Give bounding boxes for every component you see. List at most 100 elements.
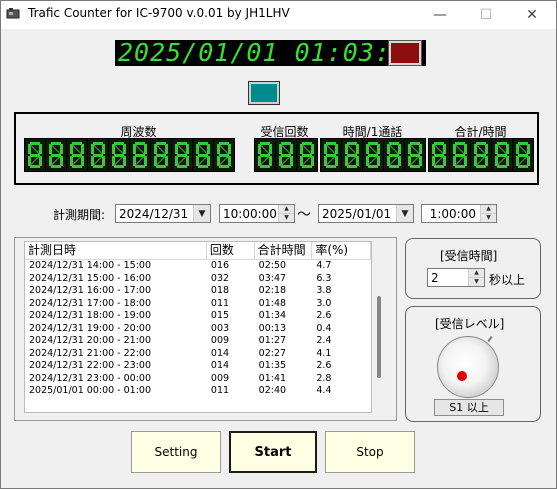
start-time-stepper[interactable]: 10:00:00 ▲ ▼	[219, 204, 295, 223]
digit-cell	[151, 139, 171, 171]
cell-datetime: 2024/12/31 18:00 - 19:00	[29, 310, 151, 321]
cell-datetime: 2024/12/31 17:00 - 18:00	[29, 297, 151, 309]
digit-cell	[25, 139, 45, 171]
spin-up-icon[interactable]: ▲	[481, 205, 496, 214]
cell-rate: 2.4	[316, 335, 332, 346]
list-scrollbar-thumb[interactable]	[377, 296, 381, 378]
chevron-down-icon[interactable]: ▼	[396, 205, 413, 222]
cell-total-time: 01:27	[258, 335, 287, 346]
cell-rate: 3.0	[316, 297, 332, 309]
receive-time-value: 2	[431, 270, 439, 285]
table-row[interactable]: 2024/12/31 14:00 - 15:00 016 02:50 4.7	[25, 260, 371, 273]
digit-cell	[214, 139, 234, 171]
receive-time-suffix: 秒以上	[489, 273, 526, 287]
table-row[interactable]: 2024/12/31 20:00 - 21:00 009 01:27 2.4	[25, 335, 371, 348]
cell-count: 011	[210, 297, 230, 309]
column-header-count[interactable]: 回数	[207, 242, 255, 259]
digit-cell	[255, 139, 275, 171]
column-header-rate[interactable]: 率(%)	[312, 242, 371, 259]
start-date-picker[interactable]: 2024/12/31 ▼	[115, 204, 211, 223]
table-row[interactable]: 2024/12/31 18:00 - 19:00 015 01:34 2.6	[25, 310, 371, 323]
table-header: 計測日時 回数 合計時間 率(%)	[25, 242, 371, 260]
record-indicator-button[interactable]	[388, 40, 422, 66]
digit-cell	[193, 139, 213, 171]
stop-button[interactable]: Stop	[325, 431, 415, 473]
receive-time-title: [受信時間]	[438, 247, 500, 264]
app-icon	[6, 8, 20, 19]
end-time-stepper[interactable]: 1:00:00 ▲ ▼	[421, 204, 497, 223]
cell-rate: 4.7	[316, 260, 332, 271]
start-button[interactable]: Start	[229, 431, 317, 473]
cell-total-time: 02:50	[258, 260, 287, 271]
cell-datetime: 2024/12/31 23:00 - 00:00	[29, 372, 151, 384]
column-header-total-time[interactable]: 合計時間	[255, 242, 313, 259]
time-per-call-segment-display	[320, 138, 426, 172]
receive-level-title: [受信レベル]	[433, 315, 507, 332]
digit-cell	[492, 139, 512, 171]
cell-rate: 4.1	[316, 347, 332, 359]
end-date-picker[interactable]: 2025/01/01 ▼	[318, 204, 414, 223]
digit-cell	[429, 139, 449, 171]
table-row[interactable]: 2024/12/31 22:00 - 23:00 014 01:35 2.6	[25, 360, 371, 373]
level-knob[interactable]	[437, 336, 499, 398]
digit-cell	[67, 139, 87, 171]
column-header-datetime[interactable]: 計測日時	[25, 242, 207, 259]
maximize-button[interactable]: ☐	[463, 1, 509, 29]
receive-time-stepper[interactable]: 2 ▲ ▼	[427, 268, 485, 287]
cell-count: 016	[210, 260, 230, 271]
cell-datetime: 2024/12/31 22:00 - 23:00	[29, 360, 151, 371]
level-value-label: S1 以上	[434, 399, 504, 416]
setting-button[interactable]: Setting	[131, 431, 221, 473]
log-table[interactable]: 計測日時 回数 合計時間 率(%) 2024/12/31 14:00 - 15:…	[24, 241, 372, 413]
table-row[interactable]: 2024/12/31 19:00 - 20:00 003 00:13 0.4	[25, 323, 371, 336]
spin-down-icon[interactable]: ▼	[481, 214, 496, 222]
window-title: Trafic Counter for IC-9700 v.0.01 by JH1…	[28, 6, 290, 20]
chevron-down-icon[interactable]: ▼	[193, 205, 210, 222]
cell-count: 011	[210, 385, 230, 396]
digit-cell	[46, 139, 66, 171]
digit-cell	[172, 139, 192, 171]
cell-rate: 3.8	[316, 285, 332, 296]
cell-rate: 2.6	[316, 360, 332, 371]
digit-cell	[471, 139, 491, 171]
spin-buttons[interactable]: ▲ ▼	[278, 205, 294, 222]
spin-down-icon[interactable]: ▼	[279, 214, 294, 222]
spin-up-icon[interactable]: ▲	[469, 269, 484, 278]
close-button[interactable]: ✕	[509, 1, 555, 29]
cell-count: 014	[210, 360, 230, 371]
clock-display: 2025/01/01 01:03:50	[115, 40, 426, 66]
cell-rate: 0.4	[316, 322, 332, 334]
cell-count: 003	[210, 322, 230, 334]
digit-cell	[342, 139, 362, 171]
end-date-value: 2025/01/01	[322, 206, 392, 221]
digit-cell	[109, 139, 129, 171]
cell-total-time: 01:41	[258, 372, 287, 384]
cell-datetime: 2025/01/01 00:00 - 01:00	[29, 385, 151, 396]
digit-cell	[88, 139, 108, 171]
cell-rate: 2.6	[316, 310, 332, 321]
spin-down-icon[interactable]: ▼	[469, 278, 484, 286]
cell-total-time: 02:40	[258, 385, 287, 396]
table-row[interactable]: 2024/12/31 16:00 - 17:00 018 02:18 3.8	[25, 285, 371, 298]
cell-datetime: 2024/12/31 15:00 - 16:00	[29, 272, 151, 284]
table-row[interactable]: 2024/12/31 17:00 - 18:00 011 01:48 3.0	[25, 298, 371, 311]
spin-up-icon[interactable]: ▲	[279, 205, 294, 214]
digit-cell	[276, 139, 296, 171]
frequency-segment-display	[24, 138, 235, 172]
table-row[interactable]: 2024/12/31 15:00 - 16:00 032 03:47 6.3	[25, 273, 371, 286]
cell-total-time: 01:35	[258, 360, 287, 371]
spin-buttons[interactable]: ▲ ▼	[480, 205, 496, 222]
start-time-value: 10:00:00	[223, 206, 277, 221]
table-row[interactable]: 2024/12/31 21:00 - 22:00 014 02:27 4.1	[25, 348, 371, 361]
end-time-value: 1:00:00	[429, 206, 476, 221]
minimize-button[interactable]: —	[417, 1, 463, 29]
period-label: 計測期間:	[53, 208, 106, 222]
table-row[interactable]: 2024/12/31 23:00 - 00:00 009 01:41 2.8	[25, 373, 371, 386]
status-indicator-button[interactable]	[248, 81, 280, 105]
cell-total-time: 01:34	[258, 310, 287, 321]
cell-datetime: 2024/12/31 21:00 - 22:00	[29, 347, 151, 359]
spin-buttons[interactable]: ▲ ▼	[468, 269, 484, 286]
cell-rate: 6.3	[316, 272, 332, 284]
cell-total-time: 01:48	[258, 297, 287, 309]
table-row[interactable]: 2025/01/01 00:00 - 01:00 011 02:40 4.4	[25, 385, 371, 398]
